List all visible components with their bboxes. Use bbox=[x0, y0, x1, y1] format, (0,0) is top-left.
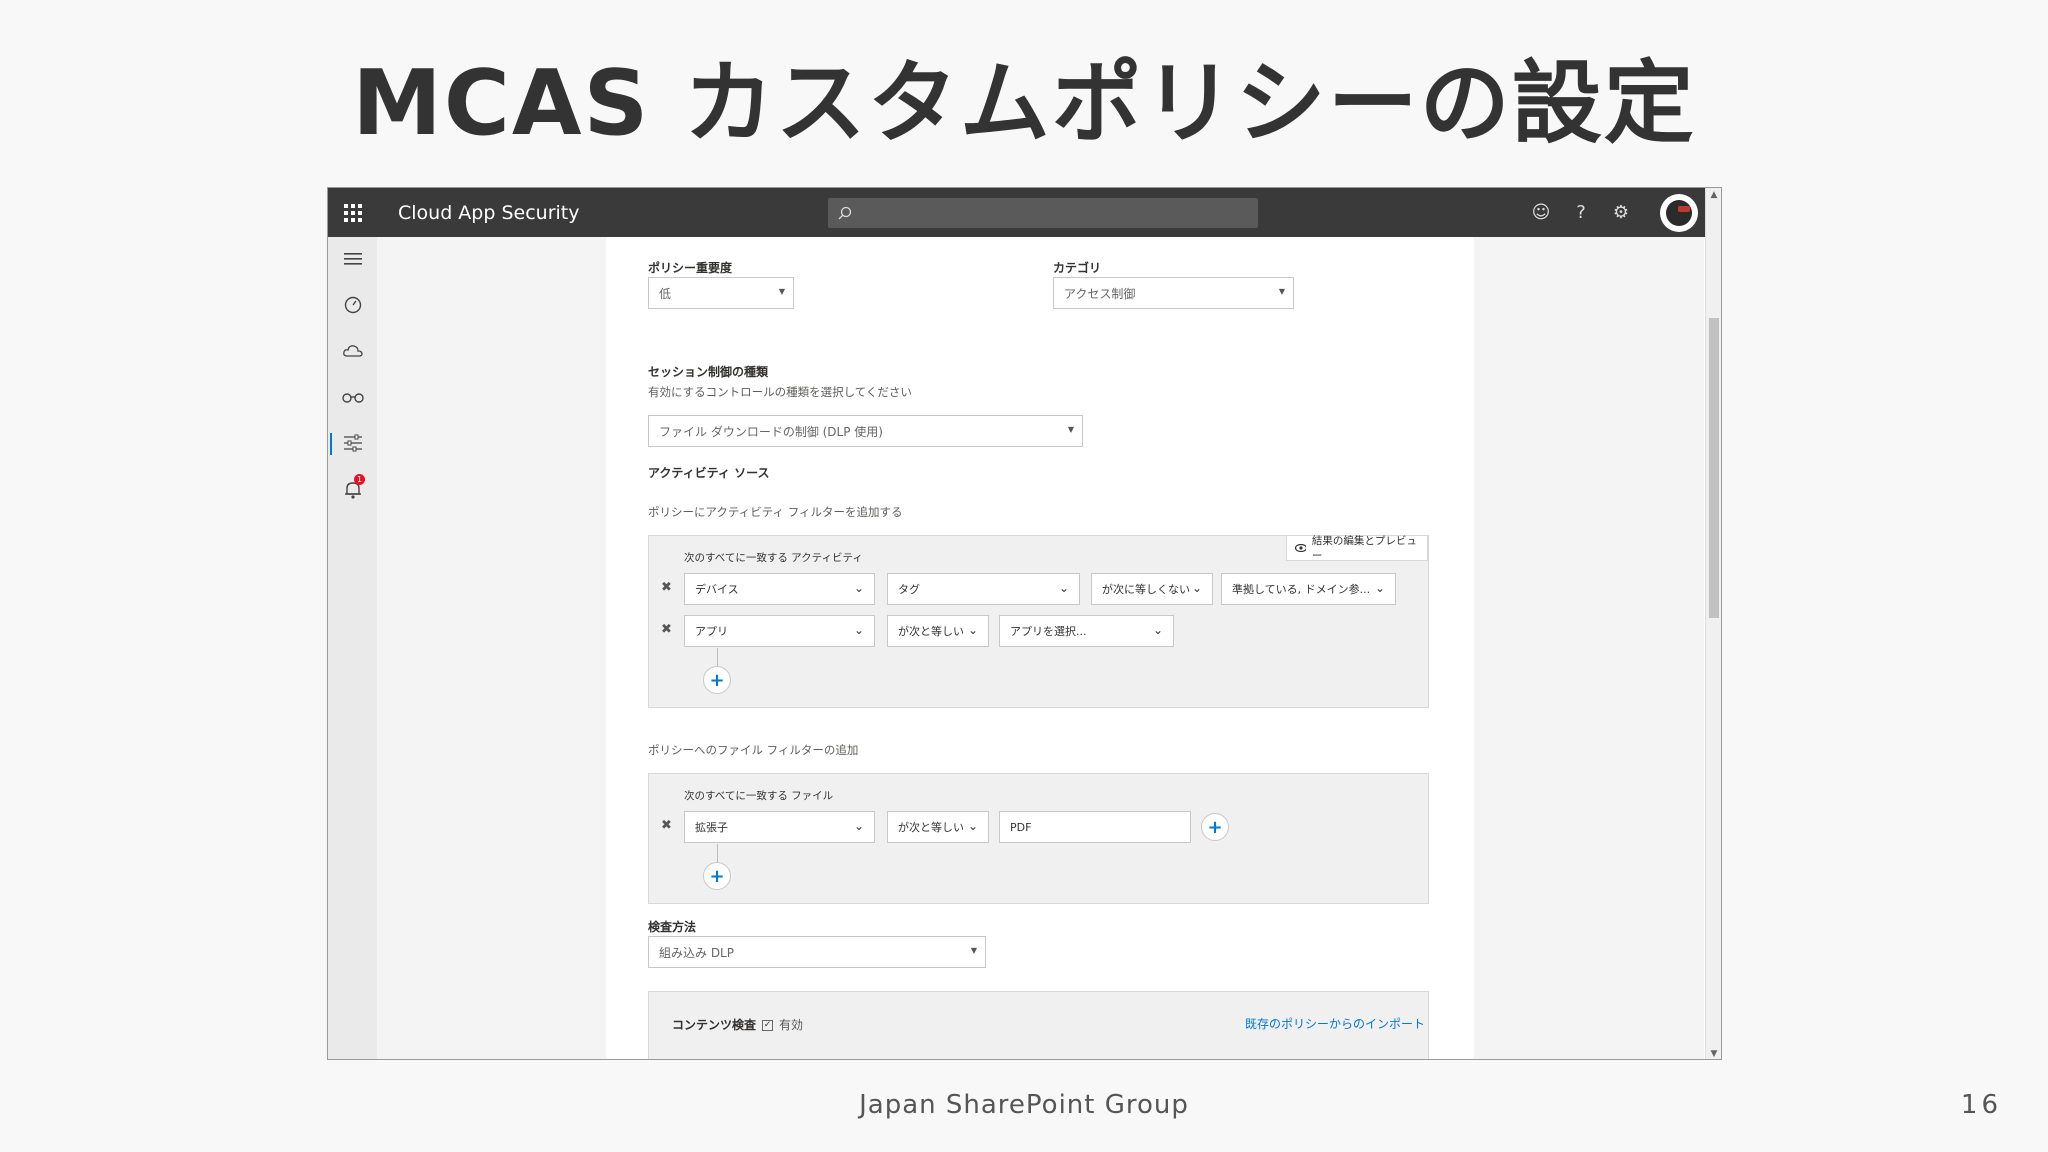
add-activity-filter-button[interactable]: + bbox=[703, 666, 731, 694]
session-control-label: セッション制御の種類 bbox=[648, 365, 769, 379]
chevron-down-icon: ⌄ bbox=[967, 819, 978, 833]
remove-row-icon[interactable]: ✖ bbox=[661, 622, 672, 637]
scroll-up-icon[interactable]: ▲ bbox=[1706, 190, 1721, 200]
severity-label: ポリシー重要度 bbox=[648, 261, 733, 275]
chevron-down-icon: ⌄ bbox=[853, 819, 864, 833]
remove-row-icon[interactable]: ✖ bbox=[661, 580, 672, 595]
activity-filter-title: 次のすべてに一致する アクティビティ bbox=[684, 552, 863, 564]
remove-row-icon[interactable]: ✖ bbox=[661, 818, 672, 833]
plus-icon: + bbox=[709, 669, 725, 691]
content-inspection-box: コンテンツ検査 ✓ 有効 既存のポリシーからのインポート bbox=[648, 991, 1429, 1059]
file-filter-title: 次のすべてに一致する ファイル bbox=[684, 790, 834, 802]
file-filter-value-input[interactable]: PDF bbox=[999, 811, 1191, 843]
control-icon[interactable] bbox=[328, 425, 377, 461]
scroll-down-icon[interactable]: ▼ bbox=[1706, 1049, 1721, 1059]
activity-row2-operator[interactable]: が次と等しい ⌄ bbox=[887, 615, 989, 647]
session-control-hint: 有効にするコントロールの種類を選択してください bbox=[648, 385, 912, 399]
add-file-filter-button[interactable]: + bbox=[703, 862, 731, 890]
slide-title: MCAS カスタムポリシーの設定 bbox=[352, 51, 1696, 156]
avatar[interactable] bbox=[1660, 193, 1698, 232]
caret-down-icon: ▼ bbox=[778, 287, 785, 296]
cloud-icon[interactable] bbox=[328, 333, 377, 369]
smiley-icon[interactable]: ☺ bbox=[1530, 202, 1552, 223]
caret-down-icon: ▼ bbox=[1278, 287, 1285, 296]
alerts-icon[interactable]: 1 bbox=[328, 471, 377, 507]
policy-form: ポリシー重要度 低 ▼ カテゴリ アクセス制御 ▼ セッション制御の種類 有効に… bbox=[606, 237, 1474, 1059]
page-number: 16 bbox=[1960, 1090, 2002, 1120]
plus-icon: + bbox=[709, 865, 725, 887]
activity-filter-box: 次のすべてに一致する アクティビティ 結果の編集とプレビュー ✖ デバイス ⌄ タ… bbox=[648, 535, 1429, 708]
preview-button[interactable]: 結果の編集とプレビュー bbox=[1286, 535, 1428, 562]
session-control-select[interactable]: ファイル ダウンロードの制御 (DLP 使用) ▼ bbox=[648, 415, 1083, 447]
file-filter-field[interactable]: 拡張子 ⌄ bbox=[684, 811, 875, 843]
caret-down-icon: ▼ bbox=[970, 946, 977, 955]
content-inspection-label: コンテンツ検査 bbox=[672, 1018, 757, 1032]
search-input[interactable] bbox=[828, 197, 1258, 228]
app-title[interactable]: Cloud App Security bbox=[398, 202, 828, 224]
activity-row2-value[interactable]: アプリを選択... ⌄ bbox=[999, 615, 1174, 647]
glasses-icon[interactable] bbox=[328, 379, 377, 415]
chevron-down-icon: ⌄ bbox=[967, 623, 978, 637]
category-select[interactable]: アクセス制御 ▼ bbox=[1053, 277, 1294, 309]
app-launcher-icon[interactable] bbox=[328, 188, 378, 237]
alerts-badge: 1 bbox=[354, 474, 365, 485]
menu-icon[interactable] bbox=[328, 241, 377, 277]
plus-icon: + bbox=[1207, 816, 1223, 838]
activity-source-label: アクティビティ ソース bbox=[648, 466, 770, 480]
activity-row2-field[interactable]: アプリ ⌄ bbox=[684, 615, 875, 647]
file-filter-box: 次のすべてに一致する ファイル ✖ 拡張子 ⌄ が次と等しい ⌄ PDF + + bbox=[648, 773, 1429, 904]
chevron-down-icon: ⌄ bbox=[853, 581, 864, 595]
chevron-down-icon: ⌄ bbox=[853, 623, 864, 637]
import-policy-link[interactable]: 既存のポリシーからのインポート bbox=[1245, 1015, 1425, 1032]
app-screenshot: Cloud App Security ☺ ? ⚙ 1 ポリシー重要度 低 ▼ カ… bbox=[327, 187, 1722, 1060]
activity-row1-field2[interactable]: タグ ⌄ bbox=[887, 573, 1080, 605]
file-filter-operator[interactable]: が次と等しい ⌄ bbox=[887, 811, 989, 843]
enabled-label: 有効 bbox=[779, 1018, 804, 1032]
enabled-checkbox[interactable]: ✓ bbox=[762, 1020, 774, 1031]
caret-down-icon: ▼ bbox=[1067, 425, 1074, 434]
file-filter-hint: ポリシーへのファイル フィルターの追加 bbox=[648, 743, 859, 757]
category-label: カテゴリ bbox=[1053, 261, 1102, 275]
chevron-down-icon: ⌄ bbox=[1191, 581, 1202, 595]
inspection-select[interactable]: 組み込み DLP ▼ bbox=[648, 936, 986, 968]
activity-row1-value[interactable]: 準拠している, ドメイン参... ⌄ bbox=[1221, 573, 1396, 605]
activity-row1-field[interactable]: デバイス ⌄ bbox=[684, 573, 875, 605]
scrollbar[interactable]: ▲ ▼ bbox=[1705, 188, 1721, 1059]
eye-icon bbox=[1295, 544, 1306, 552]
inspection-label: 検査方法 bbox=[648, 920, 697, 934]
add-value-button[interactable]: + bbox=[1201, 813, 1229, 841]
footer-brand: Japan SharePoint Group bbox=[859, 1090, 1189, 1120]
activity-source-hint: ポリシーにアクティビティ フィルターを追加する bbox=[648, 505, 903, 519]
settings-icon[interactable]: ⚙ bbox=[1610, 202, 1632, 223]
chevron-down-icon: ⌄ bbox=[1152, 623, 1163, 637]
side-nav: 1 bbox=[328, 237, 377, 1059]
severity-select[interactable]: 低 ▼ bbox=[648, 277, 794, 309]
chevron-down-icon: ⌄ bbox=[1374, 581, 1385, 595]
chevron-down-icon: ⌄ bbox=[1058, 581, 1069, 595]
search-icon bbox=[838, 206, 852, 219]
dashboard-icon[interactable] bbox=[328, 287, 377, 323]
help-icon[interactable]: ? bbox=[1570, 202, 1592, 223]
scroll-thumb[interactable] bbox=[1709, 318, 1719, 618]
activity-row1-operator[interactable]: が次に等しくない ⌄ bbox=[1091, 573, 1213, 605]
top-bar: Cloud App Security ☺ ? ⚙ bbox=[328, 188, 1708, 237]
